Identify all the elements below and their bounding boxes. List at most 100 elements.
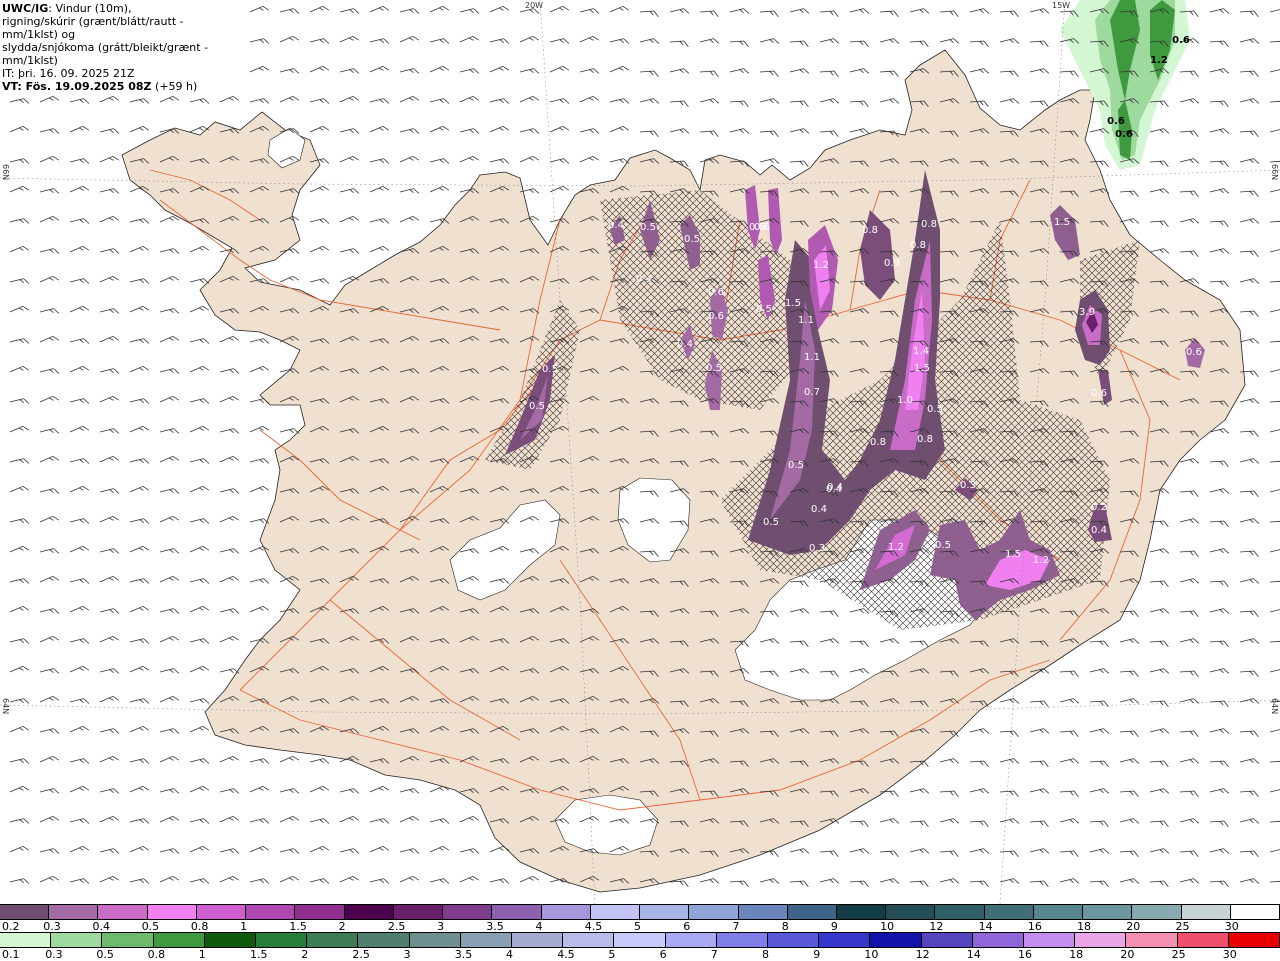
precip-value-label: 1.5 xyxy=(914,363,930,374)
precip-value-label: 0.8 xyxy=(870,437,886,448)
snow-scale-swatch xyxy=(393,905,444,919)
precip-value-label: 0.4 xyxy=(636,274,652,285)
title-line1: : Vindur (10m), xyxy=(48,2,132,15)
weather-map: 0.5 0.5 0.4 0.6 0.5 0.5 0.5 0.4 0.6 0.6 0.5 0.4 0.6 0… xyxy=(0,0,1280,904)
rain-scale-tick-label: 0.3 xyxy=(45,948,63,961)
precip-value-label: 0.6 xyxy=(708,287,724,298)
precip-value-label: 0.7 xyxy=(804,387,820,398)
rain-scale-swatch xyxy=(1075,933,1127,947)
rain-scale-swatch xyxy=(1228,933,1280,947)
precip-value-label: 0.5 xyxy=(935,540,951,551)
precip-value-label: 0.5 xyxy=(927,404,943,415)
rain-scale-tick-label: 12 xyxy=(915,948,930,961)
lon-label-20w: 20W xyxy=(525,1,544,10)
precip-value-label: 1.1 xyxy=(804,352,820,363)
forecast-hour: (+59 h) xyxy=(151,80,198,93)
rain-scale-tick-label: 4.5 xyxy=(557,948,575,961)
precip-value-label: 1.5 xyxy=(1005,549,1021,560)
snow-scale-swatch xyxy=(590,905,641,919)
precip-value-label: 0.5 xyxy=(684,234,700,245)
rain-scale-tick-label: 4 xyxy=(506,948,513,961)
rain-scale-tick-label: 18 xyxy=(1069,948,1084,961)
snow-scale-swatch xyxy=(640,905,690,919)
rain-scale-tick-label: 1 xyxy=(198,948,206,961)
rain-scale-swatch xyxy=(1177,933,1229,947)
snow-scale-swatch xyxy=(541,905,591,919)
snow-scale-swatch xyxy=(246,905,296,919)
rain-scale-swatch xyxy=(768,933,820,947)
rain-scale-tick-label: 14 xyxy=(966,948,981,961)
precip-value-label: 0.3 xyxy=(960,480,976,491)
rain-scale-tick-label: 0.8 xyxy=(147,948,166,961)
precip-value-label: 0.8 xyxy=(921,219,937,230)
rain-scale-tick-label: 2.5 xyxy=(352,948,370,961)
rain-scale-swatch xyxy=(819,933,871,947)
rain-scale-tick-label: 8 xyxy=(762,948,769,961)
rain-scale-tick-label: 3.5 xyxy=(454,948,473,961)
precip-value-label: 0.8 xyxy=(917,434,933,445)
precip-value-label: 0.4 xyxy=(826,484,842,495)
snow-scale-swatch xyxy=(1181,905,1231,919)
snow-scale-swatch xyxy=(984,905,1034,919)
snow-scale-swatch xyxy=(295,905,345,919)
rain-scale-tick-label: 10 xyxy=(864,948,879,961)
lat-label-64n-right: 64N xyxy=(1270,698,1279,715)
rain-scale-tick-label: 5 xyxy=(608,948,616,961)
precip-value-label: 1.1 xyxy=(798,315,814,326)
precip-value-label: 1.5 xyxy=(785,298,801,309)
precip-value-label: 0.4 xyxy=(1091,525,1107,536)
precip-value-label: 0.6 xyxy=(754,222,770,233)
precip-value-label: 0.6 xyxy=(1107,116,1125,127)
snow-scale-swatch xyxy=(492,905,542,919)
precip-value-label: 0.5 xyxy=(756,304,772,315)
precip-value-label: 0.2 xyxy=(1091,502,1107,513)
valid-time: VT: Fös. 19.09.2025 08Z xyxy=(2,80,152,93)
title-line3: slydda/snjókoma (grátt/bleikt/grænt - mm… xyxy=(2,41,209,67)
rain-scale-swatch xyxy=(0,933,52,947)
rain-scale-swatch xyxy=(870,933,922,947)
rain-scale-swatch xyxy=(921,933,973,947)
snow-scale-swatch xyxy=(344,905,394,919)
snow-scale-swatch xyxy=(196,905,247,919)
rain-scale-swatch xyxy=(358,933,410,947)
precip-value-label: 0.6 xyxy=(1172,35,1190,46)
precip-value-label: 0.3 xyxy=(809,543,825,554)
rain-scale-swatch xyxy=(1024,933,1076,947)
map-info-box: UWC/IG: Vindur (10m), rigning/skúrir (gr… xyxy=(0,0,240,96)
snow-scale-swatch xyxy=(886,905,936,919)
precip-value-label: 1.5 xyxy=(1054,217,1070,228)
rain-scale-tick-label: 20 xyxy=(1120,948,1135,961)
snow-scale-swatch xyxy=(738,905,788,919)
rain-scale-swatch xyxy=(102,933,154,947)
lat-label-66n-left: 66N xyxy=(1,164,10,181)
rain-scale-tick-label: 16 xyxy=(1018,948,1032,961)
precip-value-label: 0.6 xyxy=(1115,129,1133,140)
precip-value-label: 0.6 xyxy=(1186,347,1202,358)
rain-scale-tick-label: 30 xyxy=(1222,948,1237,961)
title-line2: rigning/skúrir (grænt/blátt/rautt - mm/1… xyxy=(2,15,184,41)
precip-value-label: 1.4 xyxy=(913,346,929,357)
lat-label-66n-right: 66N xyxy=(1270,164,1279,181)
rain-scale-swatch xyxy=(614,933,666,947)
precip-value-label: 0.5 xyxy=(706,363,722,374)
rain-scale-swatch xyxy=(460,933,513,947)
rain-scale-tick-label: 25 xyxy=(1171,948,1186,961)
rain-colorbar-swatches xyxy=(0,932,1280,948)
rain-scale-tick-label: 0.1 xyxy=(2,948,20,961)
precip-value-label: 0.6 xyxy=(1091,388,1107,399)
rain-scale-swatch xyxy=(153,933,205,947)
snow-scale-swatch xyxy=(1033,905,1084,919)
snow-colorbar: 0.2 0.3 0.4 0.5 0.8 1 1.5 2 2.5 3 3.5 4 4.5 5 6 7 8 9 10 12… xyxy=(0,904,1280,933)
rain-scale-swatch xyxy=(1126,933,1178,947)
precip-value-label: 1.0 xyxy=(897,395,913,406)
precip-value-label: 0.6 xyxy=(708,311,724,322)
snow-scale-swatch xyxy=(1083,905,1133,919)
precip-value-label: 0.5 xyxy=(542,364,558,375)
snow-scale-swatch xyxy=(147,905,197,919)
precip-value-label: 0.4 xyxy=(608,220,624,231)
model-name: UWC/IG xyxy=(2,2,49,15)
precip-value-label: 3.9 xyxy=(1079,307,1095,318)
precip-value-label: 1.2 xyxy=(888,542,904,553)
rain-scale-tick-label: 1.5 xyxy=(250,948,268,961)
snow-colorbar-swatches xyxy=(0,904,1280,920)
